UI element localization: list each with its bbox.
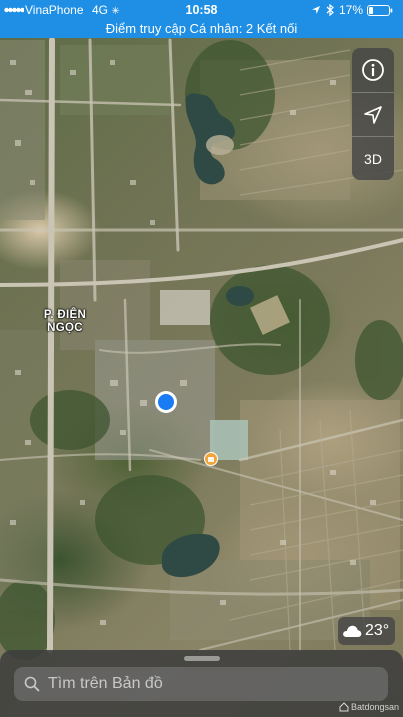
battery-percentage: 17% bbox=[338, 3, 363, 17]
tracking-button[interactable] bbox=[352, 92, 394, 136]
place-label: P. ĐIỆN NGỌC bbox=[30, 309, 100, 335]
satellite-map[interactable]: P. ĐIỆN NGỌC bbox=[0, 0, 403, 717]
watermark-text: Batdongsan bbox=[350, 702, 399, 712]
watermark: Batdongsan bbox=[339, 702, 399, 712]
map-controls: 3D bbox=[352, 48, 394, 180]
bluetooth-icon bbox=[326, 4, 334, 16]
search-input[interactable]: Tìm trên Bản đồ bbox=[14, 667, 388, 701]
info-icon bbox=[362, 59, 384, 81]
place-label-line2: NGỌC bbox=[47, 322, 83, 334]
search-panel: Tìm trên Bản đồ Batdongsan bbox=[0, 650, 403, 717]
battery-icon bbox=[367, 5, 393, 16]
weather-badge: 23° bbox=[338, 617, 395, 645]
drag-handle[interactable] bbox=[184, 656, 220, 661]
map-imagery bbox=[0, 37, 403, 660]
poi-pin-icon[interactable] bbox=[204, 452, 218, 466]
status-bar: VinaPhone 4G ✳ 10:58 17% bbox=[0, 0, 403, 20]
location-arrow-icon bbox=[364, 105, 382, 124]
search-placeholder: Tìm trên Bản đồ bbox=[48, 675, 163, 692]
watermark-logo-icon bbox=[339, 702, 349, 712]
search-icon bbox=[24, 676, 40, 692]
3d-view-button[interactable]: 3D bbox=[352, 136, 394, 180]
hotspot-banner[interactable]: Điểm truy cập Cá nhân: 2 Kết nối bbox=[0, 20, 403, 38]
location-services-icon bbox=[312, 6, 320, 14]
user-location-dot[interactable] bbox=[154, 390, 178, 414]
temperature: 23° bbox=[365, 622, 390, 639]
cloud-icon bbox=[343, 625, 362, 637]
place-label-line1: P. ĐIỆN bbox=[43, 309, 87, 321]
info-button[interactable] bbox=[352, 48, 394, 92]
